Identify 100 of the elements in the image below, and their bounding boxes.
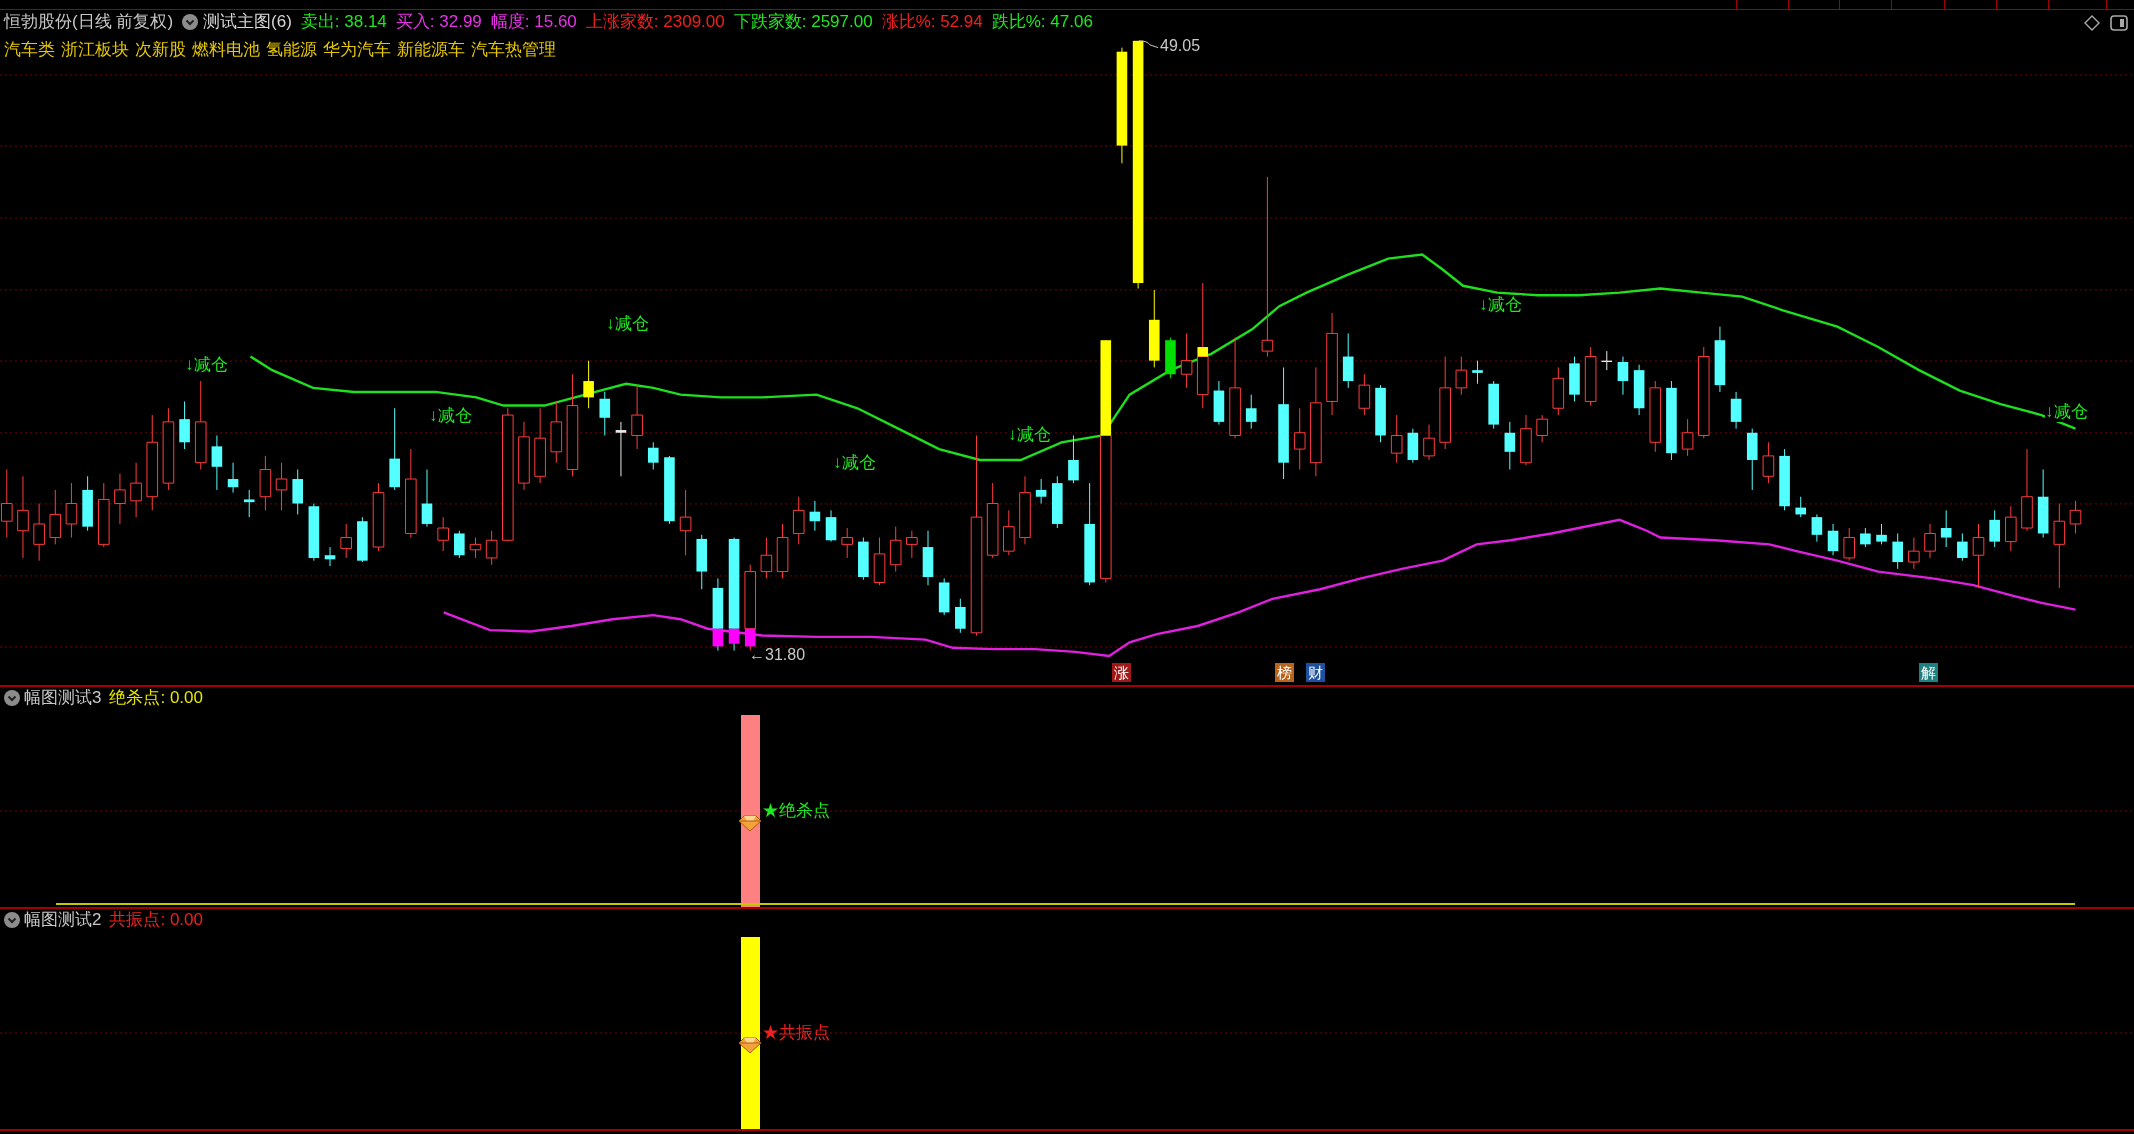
down-candle (1730, 391, 1742, 430)
down-candle (454, 530, 465, 559)
down-candle (1989, 509, 2000, 548)
down-candle (292, 469, 303, 515)
collapse-icon[interactable] (4, 690, 20, 706)
up-candle (1390, 414, 1403, 464)
band-cross-highlight (744, 628, 756, 647)
up-candle (469, 537, 482, 559)
down-candle (1633, 364, 1645, 416)
stock-title: 恒勃股份(日线 前复权) (4, 11, 174, 33)
down-candle (1779, 448, 1790, 511)
up-candle (1681, 418, 1694, 457)
indicator-readout: 幅度: 15.60 (490, 11, 577, 33)
down-candle (179, 400, 190, 450)
up-candle (485, 530, 498, 566)
event-marker[interactable]: 财 (1306, 663, 1325, 682)
up-candle (275, 462, 288, 511)
up-candle (437, 516, 449, 552)
indicator-readout: 买入: 32.99 (395, 11, 482, 33)
indicator-name[interactable]: 测试主图(6) (203, 11, 292, 33)
up-candle (550, 400, 563, 464)
up-candle (1293, 407, 1306, 470)
indicator-readout: 涨比%: 52.94 (881, 11, 983, 33)
collapse-icon[interactable] (182, 14, 199, 30)
up-candle (259, 455, 272, 511)
panel-toggle-icon[interactable] (2110, 15, 2128, 31)
down-candle (1746, 428, 1758, 491)
down-candle (599, 391, 611, 436)
event-marker[interactable]: 涨 (1112, 663, 1131, 682)
band-cross-highlight (1197, 347, 1209, 357)
signal-label: ↓减仓 (1008, 425, 1051, 445)
up-candle (97, 482, 110, 548)
event-marker[interactable]: 榜 (1275, 663, 1294, 682)
panel-title: 幅图测试2 (24, 909, 102, 931)
down-candle (1342, 332, 1354, 389)
down-candle (1068, 435, 1079, 484)
signal-label: ↓减仓 (833, 453, 876, 473)
up-candle (1536, 414, 1548, 443)
signal-label: ↓减仓 (606, 314, 649, 334)
up-candle (65, 482, 78, 539)
gem-icon (738, 1037, 762, 1054)
signal-label: ★绝杀点 (762, 800, 830, 822)
sector-tag: 次新股 (135, 39, 186, 61)
down-candle (82, 475, 93, 532)
down-candle (1714, 326, 1726, 393)
down-candle (421, 469, 433, 528)
sector-tag: 汽车类 (4, 39, 55, 61)
down-candle (664, 455, 675, 525)
up-candle (873, 537, 886, 586)
up-candle (1762, 441, 1775, 484)
down-candle (1245, 394, 1257, 430)
up-candle (776, 523, 789, 579)
down-candle (1957, 532, 1968, 562)
up-candle (2005, 505, 2017, 552)
up-candle (33, 503, 45, 562)
up-candle (889, 526, 902, 573)
up-candle (1924, 523, 1936, 559)
diamond-icon[interactable] (2084, 15, 2100, 31)
leader-line (1138, 40, 1159, 49)
up-candle (760, 537, 773, 579)
down-candle (308, 503, 320, 562)
event-marker[interactable]: 解 (1919, 663, 1938, 682)
down-candle (1504, 421, 1516, 470)
indicator-readout: 跌比%: 47.06 (991, 11, 1093, 33)
down-candle (324, 546, 336, 567)
sector-tag: 新能源车 (397, 39, 465, 61)
indicator-readout: 卖出: 38.14 (300, 11, 387, 33)
collapse-icon[interactable] (4, 912, 20, 928)
down-candle (1488, 380, 1499, 430)
indicator-readout: 上涨家数: 2309.00 (585, 11, 725, 33)
doji-candle (615, 421, 627, 477)
band-cross-highlight (712, 628, 724, 647)
up-candle (1180, 332, 1193, 389)
up-candle (679, 489, 692, 556)
panel-title: 幅图测试3 (24, 687, 102, 709)
low-price-label: ←31.80 (749, 645, 806, 665)
indicator-readout: 绝杀点: 0.00 (109, 687, 203, 709)
signal-label: ↓减仓 (429, 406, 472, 426)
sector-tag: 燃料电池 (192, 39, 260, 61)
up-candle (1003, 509, 1015, 556)
sector-tag: 氢能源 (266, 39, 317, 61)
up-candle (372, 482, 385, 552)
down-candle (357, 516, 368, 563)
down-candle (243, 489, 255, 518)
down-candle (1617, 356, 1629, 396)
down-candle (2037, 469, 2049, 539)
high-price-label: 49.05 (1160, 36, 1201, 56)
band-touch-candle (1165, 337, 1176, 379)
up-candle (1019, 475, 1031, 545)
up-candle (130, 462, 142, 518)
up-candle (1584, 346, 1597, 407)
sector-tag: 华为汽车 (323, 39, 391, 61)
up-candle (114, 473, 126, 525)
down-candle (1213, 380, 1225, 426)
up-candle (906, 530, 918, 559)
down-candle (955, 598, 966, 634)
up-candle (49, 489, 62, 545)
signal-label: ↓减仓 (185, 355, 228, 375)
breakout-candle (583, 360, 594, 409)
up-candle (631, 384, 643, 450)
